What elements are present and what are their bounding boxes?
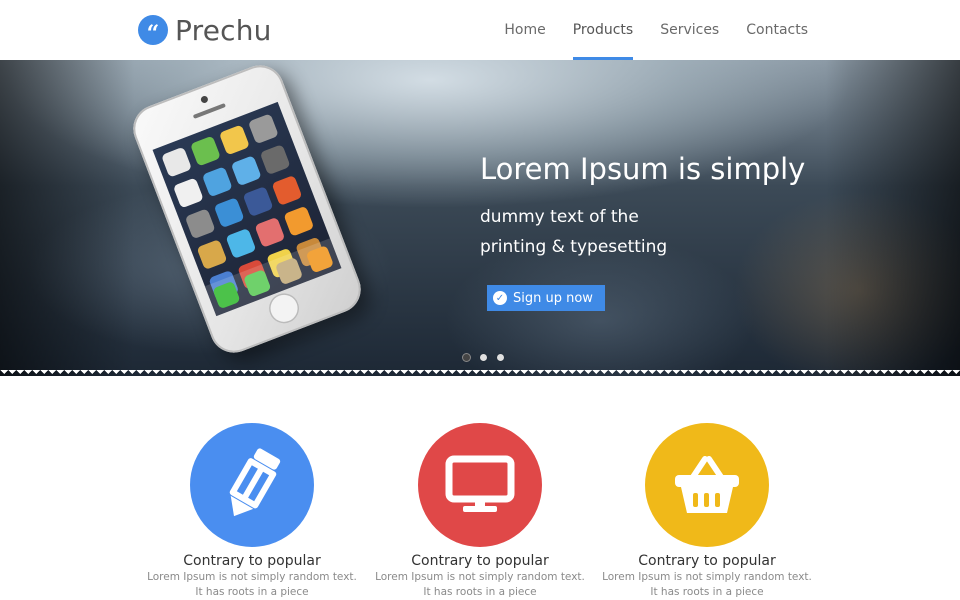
app-icon [259,144,291,176]
app-icon [213,197,245,229]
app-icon [283,205,315,237]
checkmark-icon: ✓ [493,291,507,305]
feature-text-line1: Lorem Ipsum is not simply random text. [602,571,812,583]
app-icon [189,135,221,167]
slider-dot-1[interactable] [463,354,470,361]
app-icon [242,186,274,218]
app-icon [274,256,304,286]
monitor-icon [445,455,515,512]
nav-item-contacts[interactable]: Contacts [746,0,808,60]
app-icon [230,155,262,187]
logo[interactable]: “ Prechu [138,12,272,48]
sign-up-button[interactable]: ✓ Sign up now [487,285,605,311]
app-icon [271,174,303,206]
phone-app-icon [212,280,241,310]
feature-circle [418,423,542,547]
site-header: “ Prechu Home Products Services Contacts [0,0,960,60]
app-icon [196,239,228,271]
app-icon [254,216,286,248]
feature-text-line1: Lorem Ipsum is not simply random text. [147,571,357,583]
app-icon [225,227,257,259]
feature-text-line2: It has roots in a piece [423,586,537,598]
app-icon [172,177,204,209]
feature-card: Contrary to popular Lorem Ipsum is not s… [132,423,372,599]
feature-circle [645,423,769,547]
feature-card: Contrary to popular Lorem Ipsum is not s… [587,423,827,599]
nav-item-services[interactable]: Services [660,0,719,60]
main-nav: Home Products Services Contacts [477,0,808,60]
app-icon [161,146,193,178]
quote-icon: “ [138,15,168,45]
slider-dot-3[interactable] [497,354,504,361]
slider-pagination [463,354,504,361]
phone-camera [199,94,209,105]
feature-text-line2: It has roots in a piece [650,586,764,598]
phone-screen [152,101,342,317]
feature-text-line1: Lorem Ipsum is not simply random text. [375,571,585,583]
app-icon [247,113,279,145]
messages-app-icon [243,268,272,298]
app-icon [218,124,250,156]
phone-speaker [192,103,226,119]
zigzag-divider [0,370,960,376]
app-icon [201,166,233,198]
feature-title: Contrary to popular [183,553,321,569]
feature-text-line2: It has roots in a piece [195,586,309,598]
hero-subtitle-line1: dummy text of the [480,207,639,227]
hero-slider: Lorem Ipsum is simply dummy text of the … [0,60,960,376]
feature-title: Contrary to popular [411,553,549,569]
pencil-icon [229,448,281,517]
nav-item-home[interactable]: Home [504,0,545,60]
hero-title: Lorem Ipsum is simply [480,152,806,186]
brand-name: Prechu [175,13,272,47]
feature-title: Contrary to popular [638,553,776,569]
app-icon [305,244,335,274]
slider-dot-2[interactable] [480,354,487,361]
sign-up-label: Sign up now [513,290,593,306]
basket-icon [675,456,739,513]
feature-card: Contrary to popular Lorem Ipsum is not s… [360,423,600,599]
app-icon [184,208,216,240]
nav-item-products[interactable]: Products [572,0,634,60]
feature-circle [190,423,314,547]
smartphone-image [126,60,368,360]
hero-subtitle-line2: printing & typesetting [480,237,668,257]
